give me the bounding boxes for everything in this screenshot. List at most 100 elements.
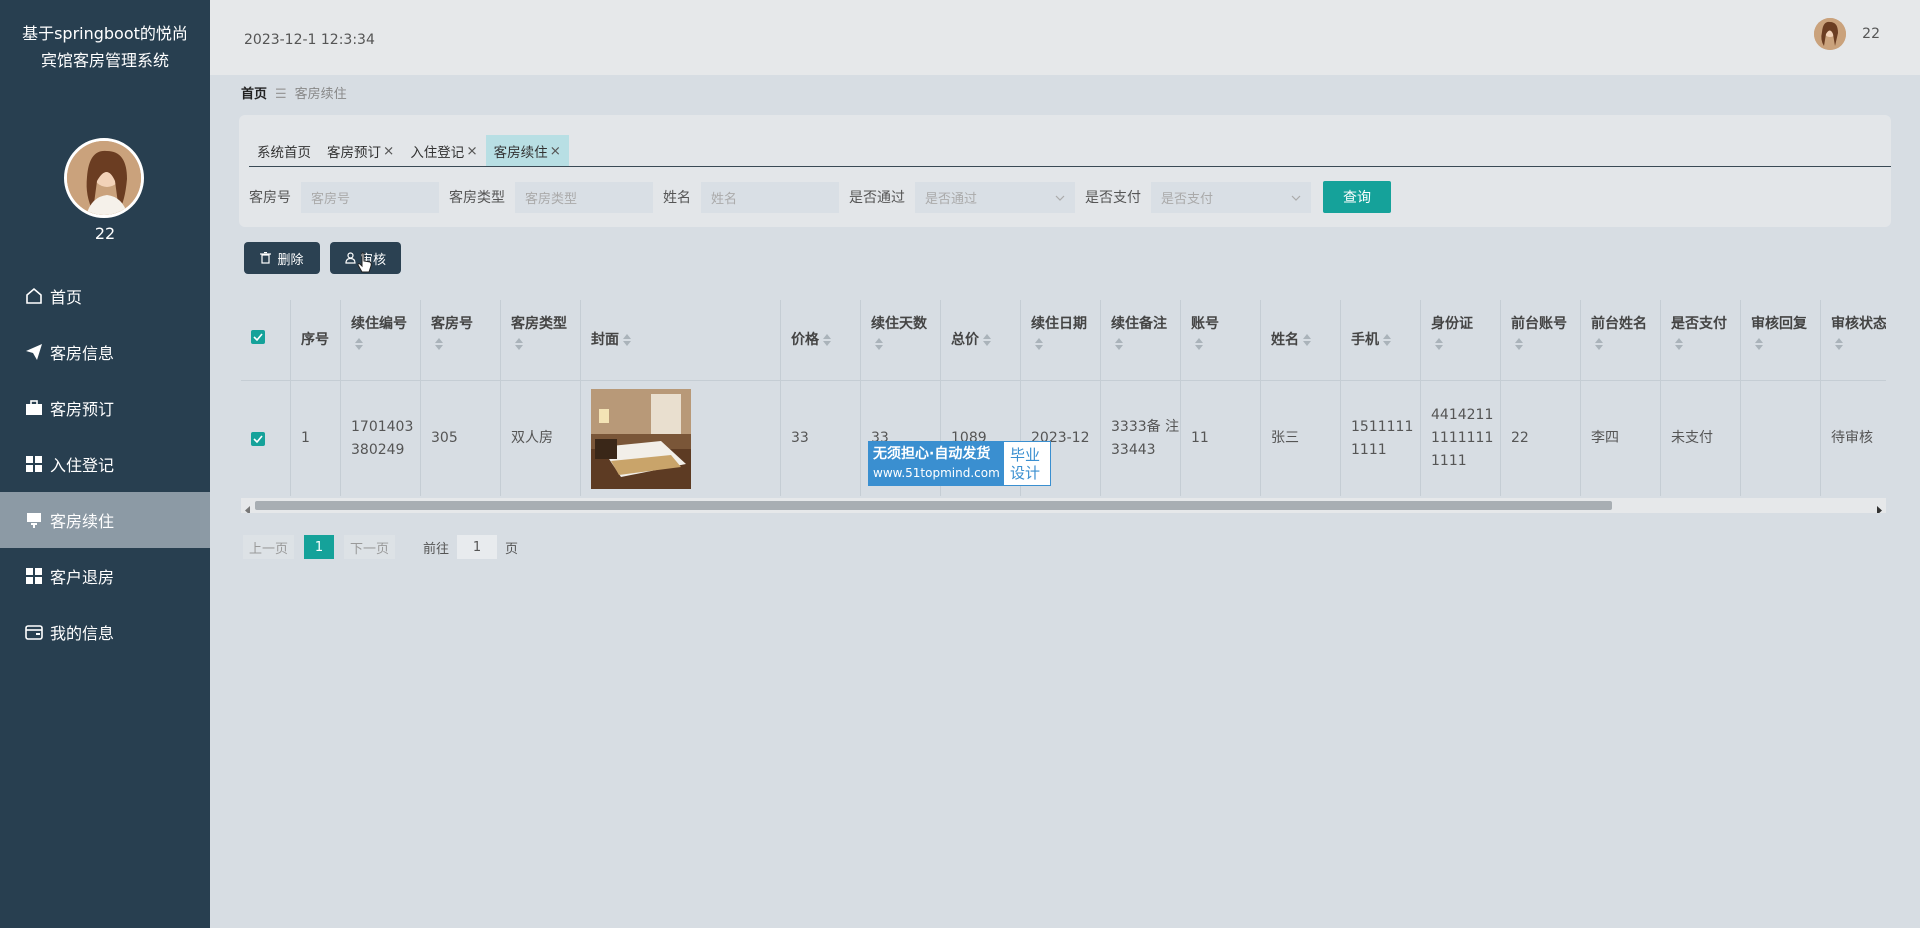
tab-room-renewal[interactable]: 客房续住 × [485, 135, 569, 166]
col-id-card[interactable]: 身份证 4414211 1111111 1111 [1421, 300, 1501, 496]
grid-icon [24, 454, 44, 474]
sort-icon[interactable] [1515, 338, 1524, 350]
header-index: 序号 [301, 332, 329, 348]
tab-label: 入住登记 [410, 144, 465, 161]
scrollbar-thumb[interactable] [255, 501, 1612, 510]
query-button[interactable]: 查询 [1323, 181, 1391, 213]
sidebar-item-home[interactable]: 首页 [0, 268, 210, 324]
header-paid: 是否支付 [1671, 316, 1727, 332]
col-reply[interactable]: 审核回复 [1741, 300, 1821, 496]
name-input[interactable]: 姓名 [701, 181, 839, 213]
close-icon[interactable]: × [466, 143, 477, 159]
header-price: 价格 [791, 332, 819, 348]
col-desk-name[interactable]: 前台姓名 李四 [1581, 300, 1661, 496]
paid-select[interactable]: 是否支付 [1151, 181, 1311, 213]
tab-system-home[interactable]: 系统首页 [249, 135, 319, 166]
col-price[interactable]: 价格 33 [781, 300, 861, 496]
sort-icon[interactable] [1835, 338, 1844, 350]
sidebar-item-room-renewal[interactable]: 客房续住 [0, 492, 210, 548]
sort-icon[interactable] [983, 334, 992, 346]
col-paid[interactable]: 是否支付 未支付 [1661, 300, 1741, 496]
breadcrumb: 首页 ☰ 客房续住 [241, 83, 347, 102]
sidebar-item-my-info[interactable]: 我的信息 [0, 604, 210, 660]
horizontal-scrollbar[interactable] [241, 498, 1886, 513]
page-number-current[interactable]: 1 [304, 535, 335, 559]
next-page-button[interactable]: 下一页 [344, 535, 396, 559]
cell-price: 33 [781, 380, 860, 496]
cell-desk-name: 李四 [1581, 380, 1660, 496]
sort-icon[interactable] [1675, 338, 1684, 350]
breadcrumb-home[interactable]: 首页 [241, 87, 267, 102]
header-date: 续住日期 [1031, 316, 1087, 332]
monitor-icon [24, 510, 44, 530]
sort-icon[interactable] [1595, 338, 1604, 350]
delete-button[interactable]: 删除 [244, 242, 320, 274]
approved-label: 是否通过 [849, 190, 905, 206]
prev-page-button[interactable]: 上一页 [243, 535, 295, 559]
sidebar-item-checkout[interactable]: 客户退房 [0, 548, 210, 604]
header-cover: 封面 [591, 332, 619, 348]
sort-icon[interactable] [1035, 338, 1044, 350]
sidebar-menu: 首页 客房信息 客房预订 入住登记 客房续住 客户退房 我的信息 [0, 268, 210, 660]
header-id-card: 身份证 [1431, 316, 1473, 332]
close-icon[interactable]: × [383, 143, 394, 159]
sort-icon[interactable] [1755, 338, 1764, 350]
watermark-right: 毕业 设计 [1004, 442, 1050, 485]
approved-select[interactable]: 是否通过 [915, 181, 1075, 213]
sort-icon[interactable] [435, 338, 444, 350]
col-renew-no[interactable]: 续住编号 1701403 380249 [341, 300, 421, 496]
paper-plane-icon [24, 342, 44, 362]
goto-page-input[interactable]: 1 [457, 535, 498, 559]
goto-label: 前往 [423, 541, 450, 557]
tab-checkin[interactable]: 入住登记 × [402, 135, 485, 166]
col-room-no[interactable]: 客房号 305 [421, 300, 501, 496]
cell-remark: 3333备 注33443 [1101, 380, 1180, 496]
close-icon[interactable]: × [550, 143, 561, 159]
sort-icon[interactable] [1195, 338, 1204, 350]
data-table: 序号 1 续住编号 1701403 380249 客房号 305 客房类型 双人… [241, 300, 1886, 513]
header-username[interactable]: 22 [1862, 26, 1880, 42]
header-days: 续住天数 [871, 316, 927, 332]
col-remark[interactable]: 续住备注 3333备 注33443 [1101, 300, 1181, 496]
sidebar-username: 22 [94, 224, 116, 243]
search-form: 客房号 客房号 客房类型 客房类型 姓名 姓名 是否通过 是否通过 是否支付 是… [239, 181, 1391, 213]
col-desk-account[interactable]: 前台账号 22 [1501, 300, 1581, 496]
name-label: 姓名 [663, 190, 691, 206]
sort-icon[interactable] [823, 334, 832, 346]
room-type-input[interactable]: 客房类型 [515, 181, 653, 213]
tab-room-booking[interactable]: 客房预订 × [319, 135, 402, 166]
col-phone[interactable]: 手机 1511111 1111 [1341, 300, 1421, 496]
sort-icon[interactable] [1115, 338, 1124, 350]
sort-icon[interactable] [623, 334, 632, 346]
avatar[interactable] [64, 138, 144, 218]
header-account: 账号 [1191, 316, 1219, 332]
col-name[interactable]: 姓名 张三 [1261, 300, 1341, 496]
scroll-right-icon[interactable] [1876, 501, 1882, 513]
approved-select-value: 是否通过 [925, 191, 978, 207]
header-renew-no: 续住编号 [351, 316, 407, 332]
room-type-label: 客房类型 [449, 190, 505, 206]
row-checkbox[interactable] [251, 431, 265, 446]
sort-icon[interactable] [1303, 334, 1312, 346]
col-status[interactable]: 审核状态 待审核 [1821, 300, 1886, 496]
header-status: 审核状态 [1831, 316, 1886, 332]
sidebar-item-room-booking[interactable]: 客房预订 [0, 380, 210, 436]
watermark-line2: www.51topmind.com [873, 466, 1000, 480]
cell-name: 张三 [1261, 380, 1340, 496]
col-account[interactable]: 账号 11 [1181, 300, 1261, 496]
sort-icon[interactable] [875, 338, 884, 350]
sort-icon[interactable] [1383, 334, 1392, 346]
sort-icon[interactable] [355, 338, 364, 350]
scroll-left-icon[interactable] [245, 501, 251, 513]
select-all-checkbox[interactable] [251, 330, 265, 344]
sort-icon[interactable] [1435, 338, 1444, 350]
col-cover[interactable]: 封面 [581, 300, 781, 496]
room-cover-image[interactable] [591, 388, 691, 489]
sidebar-item-checkin[interactable]: 入住登记 [0, 436, 210, 492]
col-room-type[interactable]: 客房类型 双人房 [501, 300, 581, 496]
sort-icon[interactable] [515, 338, 524, 350]
top-header: 2023-12-1 12:3:34 22 [210, 0, 1920, 75]
header-avatar[interactable] [1814, 18, 1846, 50]
sidebar-item-room-info[interactable]: 客房信息 [0, 324, 210, 380]
room-no-input[interactable]: 客房号 [301, 181, 439, 213]
